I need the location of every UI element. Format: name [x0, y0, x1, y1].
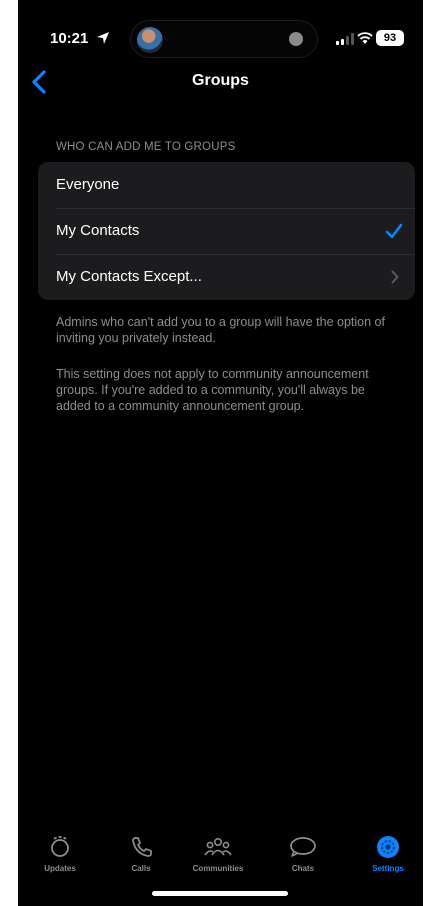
updates-icon [51, 836, 69, 857]
tab-updates[interactable]: Updates [25, 834, 95, 884]
section-header: WHO CAN ADD ME TO GROUPS [56, 141, 236, 153]
option-label: My Contacts Except... [56, 268, 202, 285]
home-indicator [152, 891, 288, 896]
checkmark-icon [385, 223, 403, 239]
community-footnote: This setting does not apply to community… [56, 367, 369, 413]
tab-label: Communities [192, 864, 244, 873]
communities-icon [204, 838, 232, 856]
option-label: My Contacts [56, 222, 140, 239]
tab-settings[interactable]: Settings [353, 834, 423, 884]
admins-footnote: Admins who can't add you to a group will… [56, 315, 385, 345]
tab-chats[interactable]: Chats [268, 834, 338, 884]
group-permission-options: Everyone My Contacts My Contacts Except.… [38, 162, 415, 300]
page-title: Groups [192, 72, 249, 89]
tab-label: Calls [131, 864, 151, 873]
tab-communities[interactable]: Communities [183, 834, 253, 884]
chat-bubble-icon [290, 837, 316, 857]
option-everyone[interactable]: Everyone [38, 162, 415, 208]
cellular-signal-icon [336, 33, 354, 45]
phone-icon [132, 837, 152, 857]
tab-label: Updates [44, 864, 76, 873]
wifi-icon [357, 32, 373, 44]
gear-icon [377, 836, 399, 858]
camera-dot-icon [289, 32, 303, 46]
battery-indicator: 93 [376, 30, 404, 46]
chevron-right-icon [391, 270, 399, 284]
tab-calls[interactable]: Calls [106, 834, 176, 884]
status-bar: 10:21 93 [18, 20, 423, 60]
status-time: 10:21 [50, 30, 89, 47]
dynamic-island [130, 20, 318, 58]
navigation-bar: Groups [18, 62, 423, 102]
option-label: Everyone [56, 176, 120, 193]
option-my-contacts[interactable]: My Contacts [38, 208, 415, 254]
tab-label: Settings [372, 864, 404, 873]
option-my-contacts-except[interactable]: My Contacts Except... [38, 254, 415, 300]
tab-label: Chats [291, 864, 315, 873]
avatar [137, 27, 163, 53]
location-arrow-icon [97, 32, 109, 44]
groups-settings-screen: 10:21 93 Groups WHO CAN ADD ME TO GROUPS [18, 0, 423, 906]
